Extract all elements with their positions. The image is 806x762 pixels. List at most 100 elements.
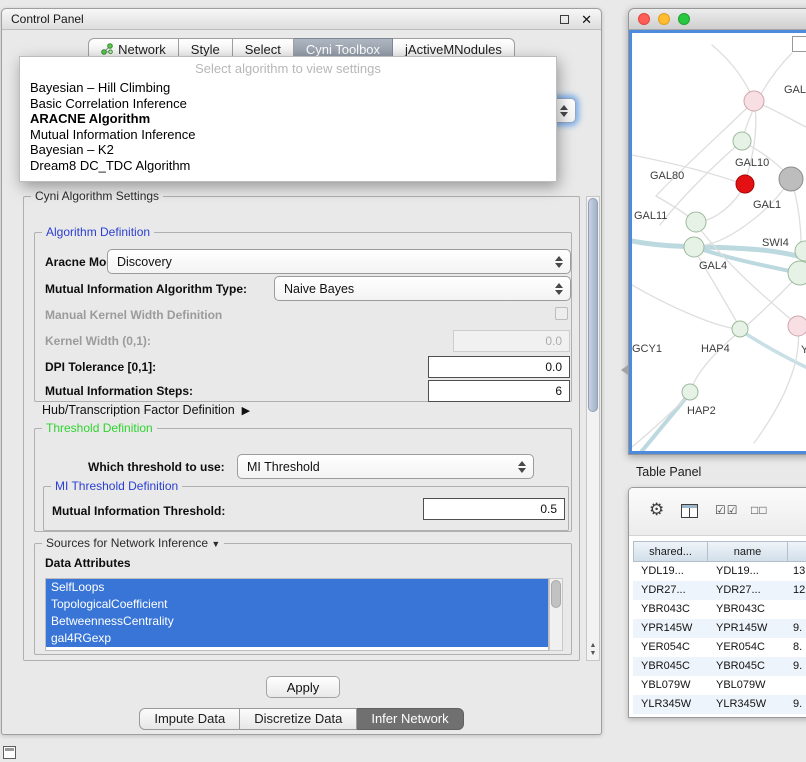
node-label-hap4: HAP4 <box>701 343 730 355</box>
table-cell <box>788 714 806 717</box>
select-all-checked-icon[interactable]: ☑☑ <box>715 503 739 517</box>
table-cell: YDL19... <box>633 562 708 581</box>
aracne-mode-value: Discovery <box>117 255 172 269</box>
minimize-button[interactable] <box>658 13 670 25</box>
node-label-gal80: GAL80 <box>784 84 806 96</box>
aracne-mode-select[interactable]: Discovery <box>107 249 571 274</box>
dropdown-placeholder: Select algorithm to view settings <box>20 60 556 80</box>
table-row[interactable]: YBL079WYBL079W <box>633 676 806 695</box>
column-selector-icon[interactable] <box>681 504 698 523</box>
dropdown-item-mutual-information-inference[interactable]: Mutual Information Inference <box>20 127 556 143</box>
dropdown-item-bayesian-k2[interactable]: Bayesian – K2 <box>20 142 556 158</box>
table-cell: YDL19... <box>708 562 788 581</box>
collapsed-panel-icon[interactable] <box>3 746 16 759</box>
network-graph: GAL80GAL80GAL10GAL1GAL11SWI4GAL4GCY1HAP4… <box>632 33 806 453</box>
threshold-definition-title: Threshold Definition <box>42 421 157 435</box>
table-row[interactable]: YBR045CYBR045C9. <box>633 657 806 676</box>
select-none-icon[interactable]: □□ <box>751 503 768 517</box>
dropdown-item-aracne-algorithm[interactable]: ARACNE Algorithm <box>20 111 556 127</box>
list-scrollbar[interactable] <box>549 578 563 651</box>
table-cell: YBL079W <box>633 676 708 695</box>
table-row[interactable]: YDR27...YDR27...12 <box>633 581 806 600</box>
table-column-header[interactable]: name <box>708 541 788 562</box>
table-cell <box>788 600 806 619</box>
manual-kernel-width-checkbox[interactable] <box>555 307 568 320</box>
table-column-header[interactable]: shared... <box>633 541 708 562</box>
close-button[interactable] <box>638 13 650 25</box>
table-row[interactable]: YPR145WYPR145W9. <box>633 619 806 638</box>
network-node-3[interactable] <box>779 167 803 191</box>
table-cell: YJL052C <box>633 714 708 717</box>
panel-title: Control Panel <box>11 12 560 26</box>
splitter-collapse-arrow[interactable] <box>616 365 628 375</box>
data-attribute-item-gal4rgexp[interactable]: gal4RGexp <box>46 630 548 647</box>
table-panel-window: ⚙ ☑☑ □□ shared...name YDL19...YDL19...13… <box>628 487 806 718</box>
data-attribute-item-selfloops[interactable]: SelfLoops <box>46 579 548 596</box>
float-panel-icon[interactable] <box>560 15 569 24</box>
bottom-tab-discretize-data[interactable]: Discretize Data <box>240 708 357 730</box>
network-node-8[interactable] <box>732 321 748 337</box>
table-row[interactable]: YBR043CYBR043C <box>633 600 806 619</box>
hub-definition-section[interactable]: Hub/Transcription Factor Definition ▶ <box>42 403 250 417</box>
settings-gear-icon[interactable]: ⚙ <box>649 501 664 519</box>
dropdown-item-dream8-dc-tdc-algorithm[interactable]: Dream8 DC_TDC Algorithm <box>20 158 556 174</box>
data-attribute-item-betweennesscentrality[interactable]: BetweennessCentrality <box>46 613 548 630</box>
mi-algorithm-type-select[interactable]: Naive Bayes <box>274 276 571 301</box>
network-tab-icon <box>101 43 113 55</box>
apply-button[interactable]: Apply <box>266 676 340 698</box>
settings-scrollbar[interactable]: ▲▼ <box>586 196 600 661</box>
threshold-definition-group: Threshold Definition Which threshold to … <box>34 428 572 532</box>
table-column-header[interactable] <box>788 541 806 562</box>
network-node-2[interactable] <box>736 175 754 193</box>
network-node-7[interactable] <box>788 261 806 285</box>
mi-steps-field[interactable]: 6 <box>428 380 570 402</box>
network-node-1[interactable] <box>733 132 751 150</box>
algorithm-definition-title: Algorithm Definition <box>42 225 154 239</box>
which-threshold-select[interactable]: MI Threshold <box>237 454 534 479</box>
scrollbar-arrows-icon[interactable]: ▲▼ <box>587 642 599 658</box>
network-view-window: GAL80GAL80GAL10GAL1GAL11SWI4GAL4GCY1HAP4… <box>628 8 806 455</box>
bottom-tab-infer-network[interactable]: Infer Network <box>357 708 463 730</box>
network-overview-box <box>792 36 806 52</box>
zoom-button[interactable] <box>678 13 690 25</box>
table-cell: YLR345W <box>708 695 788 714</box>
table-cell: 9. <box>788 695 806 714</box>
mi-threshold-field[interactable]: 0.5 <box>423 498 565 520</box>
network-edge <box>740 330 806 377</box>
mi-algorithm-type-label: Mutual Information Algorithm Type: <box>45 282 247 296</box>
table-row[interactable]: YER054CYER054C8. <box>633 638 806 657</box>
node-label-y: Y <box>801 344 806 356</box>
combo-arrows-icon <box>518 461 527 473</box>
network-node-0[interactable] <box>744 91 764 111</box>
dropdown-item-basic-correlation-inference[interactable]: Basic Correlation Inference <box>20 96 556 112</box>
expand-arrow-icon: ▶ <box>242 404 250 417</box>
dpi-tolerance-field[interactable]: 0.0 <box>428 356 570 378</box>
dropdown-item-list: Bayesian – Hill ClimbingBasic Correlatio… <box>20 80 556 173</box>
manual-kernel-width-label: Manual Kernel Width Definition <box>45 308 222 322</box>
network-edge <box>660 141 742 225</box>
table-row[interactable]: YDL19...YDL19...13 <box>633 562 806 581</box>
dropdown-item-bayesian-hill-climbing[interactable]: Bayesian – Hill Climbing <box>20 80 556 96</box>
node-label-gal80: GAL80 <box>650 170 684 182</box>
table-row[interactable]: YLR345WYLR345W9. <box>633 695 806 714</box>
node-label-gcy1: GCY1 <box>632 343 662 355</box>
table-row[interactable]: YJL052CYJL052C <box>633 714 806 717</box>
data-attribute-item-topologicalcoefficient[interactable]: TopologicalCoefficient <box>46 596 548 613</box>
cyni-algorithm-settings-group: Cyni Algorithm Settings Algorithm Defini… <box>23 196 580 661</box>
kernel-width-label: Kernel Width (0,1): <box>45 334 151 348</box>
network-node-4[interactable] <box>686 212 706 232</box>
close-panel-icon[interactable]: ✕ <box>581 13 592 26</box>
scrollbar-thumb[interactable] <box>588 198 598 412</box>
network-node-5[interactable] <box>684 237 704 257</box>
table-panel-title: Table Panel <box>636 465 701 479</box>
table-cell: 12 <box>788 581 806 600</box>
bottom-tab-impute-data[interactable]: Impute Data <box>139 708 240 730</box>
network-node-10[interactable] <box>682 384 698 400</box>
network-edge <box>632 285 736 329</box>
table-cell: 8. <box>788 638 806 657</box>
network-node-9[interactable] <box>788 316 806 336</box>
node-label-gal10: GAL10 <box>735 157 769 169</box>
network-canvas[interactable]: GAL80GAL80GAL10GAL1GAL11SWI4GAL4GCY1HAP4… <box>629 30 806 454</box>
sources-group-title[interactable]: Sources for Network Inference ▼ <box>42 536 224 550</box>
scrollbar-thumb[interactable] <box>551 580 561 608</box>
